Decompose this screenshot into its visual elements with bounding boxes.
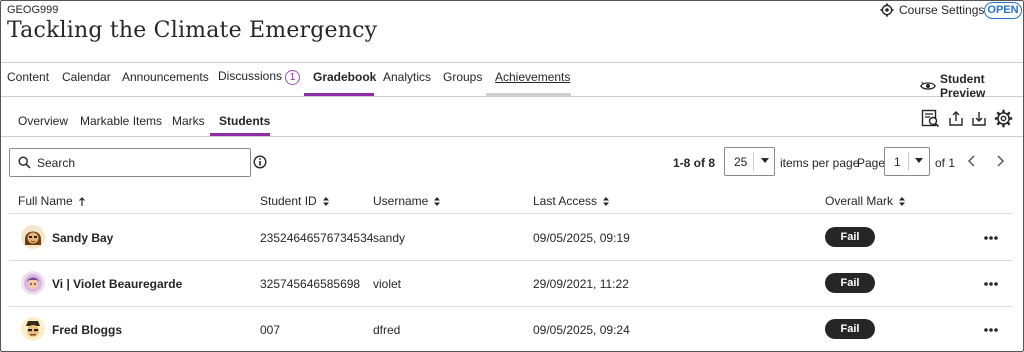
tab-achievements[interactable]: Achievements <box>495 70 570 84</box>
page-value: 1 <box>894 155 901 169</box>
overall-mark-pill[interactable]: Fail <box>825 319 875 339</box>
last-access: 09/05/2025, 09:19 <box>533 231 630 245</box>
column-header-label: Full Name <box>18 194 73 208</box>
column-header-label: Student ID <box>260 194 317 208</box>
avatar-fred-icon <box>21 317 45 341</box>
last-access: 09/05/2025, 09:24 <box>533 323 630 337</box>
student-name[interactable]: Sandy Bay <box>52 231 113 245</box>
subtab-students[interactable]: Students <box>219 114 270 128</box>
overall-mark-pill[interactable]: Fail <box>825 227 875 247</box>
course-settings-label: Course Settings <box>899 3 985 17</box>
preview-marks-icon[interactable] <box>921 109 940 128</box>
student-preview-button[interactable]: Student Preview <box>920 72 1023 100</box>
search-icon <box>18 156 31 169</box>
sort-icon <box>322 196 329 206</box>
gradebook-page: GEOG999 Tackling the Climate Emergency C… <box>0 0 1024 352</box>
column-header-last-access[interactable]: Last Access <box>533 194 610 208</box>
export-icon[interactable] <box>948 109 964 128</box>
last-access: 29/09/2021, 11:22 <box>533 277 629 291</box>
overall-mark-pill[interactable]: Fail <box>825 273 875 293</box>
info-icon[interactable] <box>253 155 267 169</box>
discussions-count-badge: 1 <box>285 70 301 85</box>
gear-icon <box>880 3 894 17</box>
tab-groups[interactable]: Groups <box>443 70 482 84</box>
items-per-page-label: items per page <box>780 156 860 170</box>
tab-calendar[interactable]: Calendar <box>62 70 111 84</box>
chevron-left-icon[interactable] <box>965 154 979 168</box>
course-code: GEOG999 <box>7 4 59 16</box>
tab-announcements[interactable]: Announcements <box>122 70 209 84</box>
username: sandy <box>373 231 406 245</box>
sort-ascending-icon <box>78 196 85 206</box>
divider <box>1 136 1023 137</box>
tab-discussions-label: Discussions <box>218 69 283 83</box>
more-options-icon[interactable] <box>983 327 999 333</box>
results-count: 1-8 of 8 <box>673 156 716 170</box>
divider <box>1 96 1023 97</box>
search-box[interactable] <box>9 148 251 177</box>
tab-discussions[interactable]: Discussions 1 <box>218 69 301 85</box>
import-icon[interactable] <box>971 109 987 128</box>
column-header-overall-mark[interactable]: Overall Mark <box>825 194 906 208</box>
eye-refresh-icon <box>920 81 936 90</box>
course-title: Tackling the Climate Emergency <box>7 18 378 43</box>
student-preview-label: Student Preview <box>940 72 986 100</box>
sort-icon <box>603 196 610 206</box>
username: dfred <box>373 323 401 337</box>
gradebook-settings-gear-icon[interactable] <box>994 109 1013 128</box>
chevron-right-icon[interactable] <box>993 154 1007 168</box>
items-per-page-value: 25 <box>734 155 748 169</box>
course-status-badge[interactable]: OPEN <box>984 2 1022 19</box>
tab-content[interactable]: Content <box>7 70 49 84</box>
avatar-sandy-icon <box>21 225 45 249</box>
student-id: 325745646585698 <box>260 277 361 291</box>
total-pages-label: of 1 <box>935 156 956 170</box>
username: violet <box>373 277 402 291</box>
caret-down-icon <box>915 158 923 163</box>
search-input[interactable] <box>37 153 237 172</box>
subtab-overview[interactable]: Overview <box>18 114 68 128</box>
column-header-username[interactable]: Username <box>373 194 441 208</box>
sort-icon <box>899 196 906 206</box>
divider <box>9 213 1013 214</box>
avatar-violet-icon <box>21 271 45 295</box>
column-header-student-id[interactable]: Student ID <box>260 194 330 208</box>
more-options-icon[interactable] <box>983 235 999 241</box>
subtab-markable-items[interactable]: Markable Items <box>80 114 162 128</box>
tab-gradebook[interactable]: Gradebook <box>313 70 376 84</box>
tab-analytics[interactable]: Analytics <box>383 70 431 84</box>
divider <box>753 152 754 171</box>
subtab-marks[interactable]: Marks <box>172 114 205 128</box>
items-per-page-select[interactable]: 25 <box>724 147 775 176</box>
divider <box>9 306 1013 307</box>
student-name[interactable]: Fred Bloggs <box>52 323 122 337</box>
column-header-label: Overall Mark <box>825 194 894 208</box>
column-header-label: Username <box>373 194 429 208</box>
course-settings-button[interactable]: Course Settings <box>880 3 984 17</box>
page-select[interactable]: 1 <box>884 147 930 176</box>
divider <box>1 62 1023 63</box>
column-header-label: Last Access <box>533 194 598 208</box>
page-label: Page <box>857 156 886 170</box>
student-id: 23524646576734534 <box>260 231 374 245</box>
sort-icon <box>434 196 441 206</box>
student-id: 007 <box>260 323 281 337</box>
more-options-icon[interactable] <box>983 281 999 287</box>
divider <box>9 260 1013 261</box>
divider <box>908 152 909 171</box>
student-name[interactable]: Vi | Violet Beauregarde <box>52 277 182 291</box>
caret-down-icon <box>761 158 769 163</box>
column-header-full-name[interactable]: Full Name <box>18 194 86 208</box>
